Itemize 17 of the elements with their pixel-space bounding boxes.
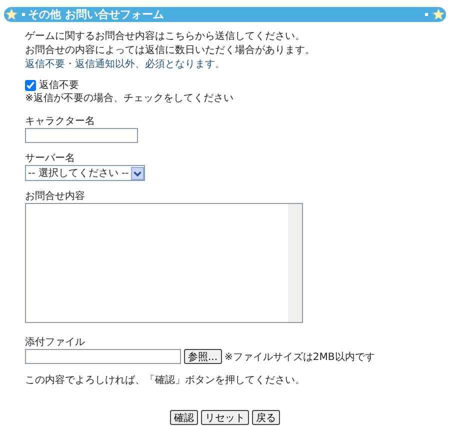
form-button[interactable]: 確認 — [170, 410, 198, 425]
header-title: その他 お問い合せフォーム — [28, 7, 164, 22]
server-select[interactable]: -- 選択してください -- — [25, 165, 145, 181]
intro-text: ゲームに関するお問合せ内容はこちらから送信してください。 — [25, 30, 306, 44]
intro-text: お問合せの内容によっては返信に数日いただく場合があります。 — [25, 44, 316, 58]
form-button[interactable]: 戻る — [252, 410, 280, 425]
field-label: お問合せ内容 — [25, 190, 86, 203]
required-note: 返信不要・返信通知以外、必須となります。 — [25, 58, 226, 72]
field-label: キャラクター名 — [25, 115, 96, 128]
checkbox-note: ※返信が不要の場合、チェックをしてください — [25, 92, 234, 106]
field-label: サーバー名 — [25, 152, 76, 165]
file-size-note: ※ファイルサイズは2MB以内です — [224, 350, 375, 364]
confirm-note: この内容でよろしければ、「確認」ボタンを押してください。 — [25, 374, 306, 388]
form-button[interactable]: リセット — [201, 410, 249, 425]
field-label: 添付ファイル — [25, 336, 86, 349]
browse-button[interactable]: 参照... — [184, 349, 222, 364]
checkbox-label: 返信不要 — [39, 78, 79, 92]
